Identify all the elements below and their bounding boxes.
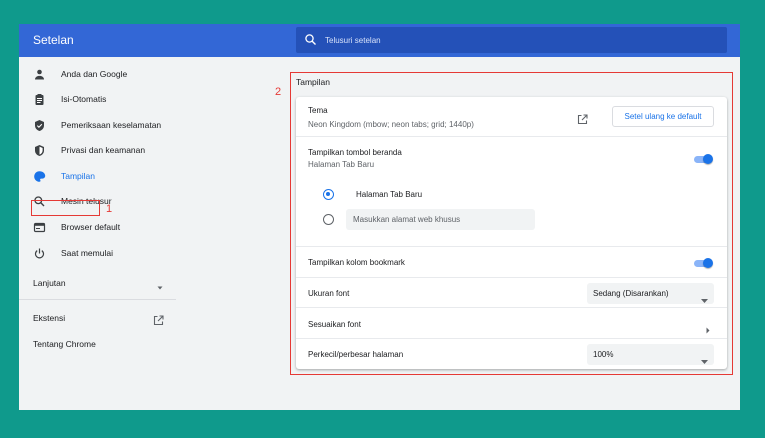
row-divider <box>296 338 727 339</box>
sidebar-item-label: Anda dan Google <box>61 69 128 79</box>
toggle-knob <box>703 258 713 268</box>
dropdown-arrow-icon <box>701 352 708 364</box>
sidebar-about-chrome[interactable]: Tentang Chrome <box>19 333 179 355</box>
bookmarks-bar-toggle[interactable] <box>694 257 714 269</box>
search-box[interactable] <box>296 27 727 53</box>
shield-check-icon <box>33 119 46 132</box>
annotation-marker-2: 2 <box>275 86 282 98</box>
page-zoom-value: 100% <box>593 350 614 359</box>
sidebar-item-autofill[interactable]: Isi-Otomatis <box>19 88 179 110</box>
reset-theme-button[interactable]: Setel ulang ke default <box>612 106 714 127</box>
shield-lock-icon <box>33 144 46 157</box>
row-divider <box>296 246 727 247</box>
section-title-appearance: Tampilan <box>296 77 331 87</box>
row-divider <box>296 307 727 308</box>
appearance-card: Tema Neon Kingdom (mbow; neon tabs; grid… <box>296 97 727 369</box>
sidebar-item-label: Pemeriksaan keselamatan <box>61 120 162 130</box>
sidebar-extensions-label: Ekstensi <box>33 313 66 323</box>
home-button-toggle[interactable] <box>694 153 714 165</box>
theme-label: Tema <box>308 106 328 115</box>
home-button-label: Tampilkan tombol beranda <box>308 148 402 157</box>
font-size-value: Sedang (Disarankan) <box>593 289 669 298</box>
sidebar-item-label: Tampilan <box>61 171 96 181</box>
power-icon <box>33 247 46 260</box>
clipboard-icon <box>33 93 46 106</box>
toggle-knob <box>703 154 713 164</box>
search-icon <box>304 33 318 47</box>
bookmarks-bar-label: Tampilkan kolom bookmark <box>308 258 405 267</box>
chevron-right-icon[interactable] <box>705 321 711 334</box>
font-size-label: Ukuran font <box>308 289 350 298</box>
open-in-new-icon <box>153 313 164 325</box>
sidebar-item-label: Isi-Otomatis <box>61 94 107 104</box>
sidebar-item-label: Browser default <box>61 222 121 232</box>
sidebar-item-appearance[interactable]: Tampilan <box>19 165 179 187</box>
caret-down-icon <box>156 279 164 290</box>
radio-new-tab-page-label: Halaman Tab Baru <box>356 190 423 199</box>
row-divider <box>296 277 727 278</box>
sidebar-advanced-label: Lanjutan <box>33 278 66 288</box>
search-input[interactable] <box>325 27 715 53</box>
sidebar-about-label: Tentang Chrome <box>33 339 96 349</box>
custom-address-input[interactable] <box>346 209 535 230</box>
dropdown-arrow-icon <box>701 291 708 303</box>
sidebar-item-privacy[interactable]: Privasi dan keamanan <box>19 139 179 161</box>
app-title: Setelan <box>33 33 74 47</box>
sidebar-advanced[interactable]: Lanjutan <box>19 272 179 294</box>
theme-value: Neon Kingdom (mbow; neon tabs; grid; 144… <box>308 120 474 129</box>
sidebar-extensions[interactable]: Ekstensi <box>19 307 179 329</box>
sidebar-item-search-engine[interactable]: Mesin telusur <box>19 190 179 212</box>
sidebar-item-label: Mesin telusur <box>61 196 112 206</box>
customize-fonts-label: Sesuaikan font <box>308 320 361 329</box>
home-button-value: Halaman Tab Baru <box>308 160 375 169</box>
annotation-marker-1: 1 <box>106 203 113 215</box>
radio-custom-address[interactable] <box>323 214 334 225</box>
sidebar-item-on-startup[interactable]: Saat memulai <box>19 242 179 264</box>
font-size-select[interactable]: Sedang (Disarankan) <box>587 283 714 304</box>
person-icon <box>33 68 46 81</box>
settings-window: Setelan Anda dan Google Isi-Otomatis Pem… <box>19 24 740 410</box>
palette-icon <box>33 170 46 183</box>
sidebar-item-you-and-google[interactable]: Anda dan Google <box>19 63 179 85</box>
sidebar-item-label: Saat memulai <box>61 248 113 258</box>
sidebar: Anda dan Google Isi-Otomatis Pemeriksaan… <box>19 57 179 410</box>
open-in-new-icon[interactable] <box>577 112 588 125</box>
page-zoom-select[interactable]: 100% <box>587 344 714 365</box>
sidebar-item-safety-check[interactable]: Pemeriksaan keselamatan <box>19 114 179 136</box>
header-bar: Setelan <box>19 24 740 57</box>
search-icon <box>33 195 46 208</box>
browser-icon <box>33 221 46 234</box>
radio-new-tab-page[interactable] <box>323 189 334 200</box>
page-zoom-label: Perkecil/perbesar halaman <box>308 350 404 359</box>
sidebar-divider <box>19 299 176 300</box>
sidebar-item-default-browser[interactable]: Browser default <box>19 216 179 238</box>
row-divider <box>296 136 727 137</box>
sidebar-item-label: Privasi dan keamanan <box>61 145 146 155</box>
